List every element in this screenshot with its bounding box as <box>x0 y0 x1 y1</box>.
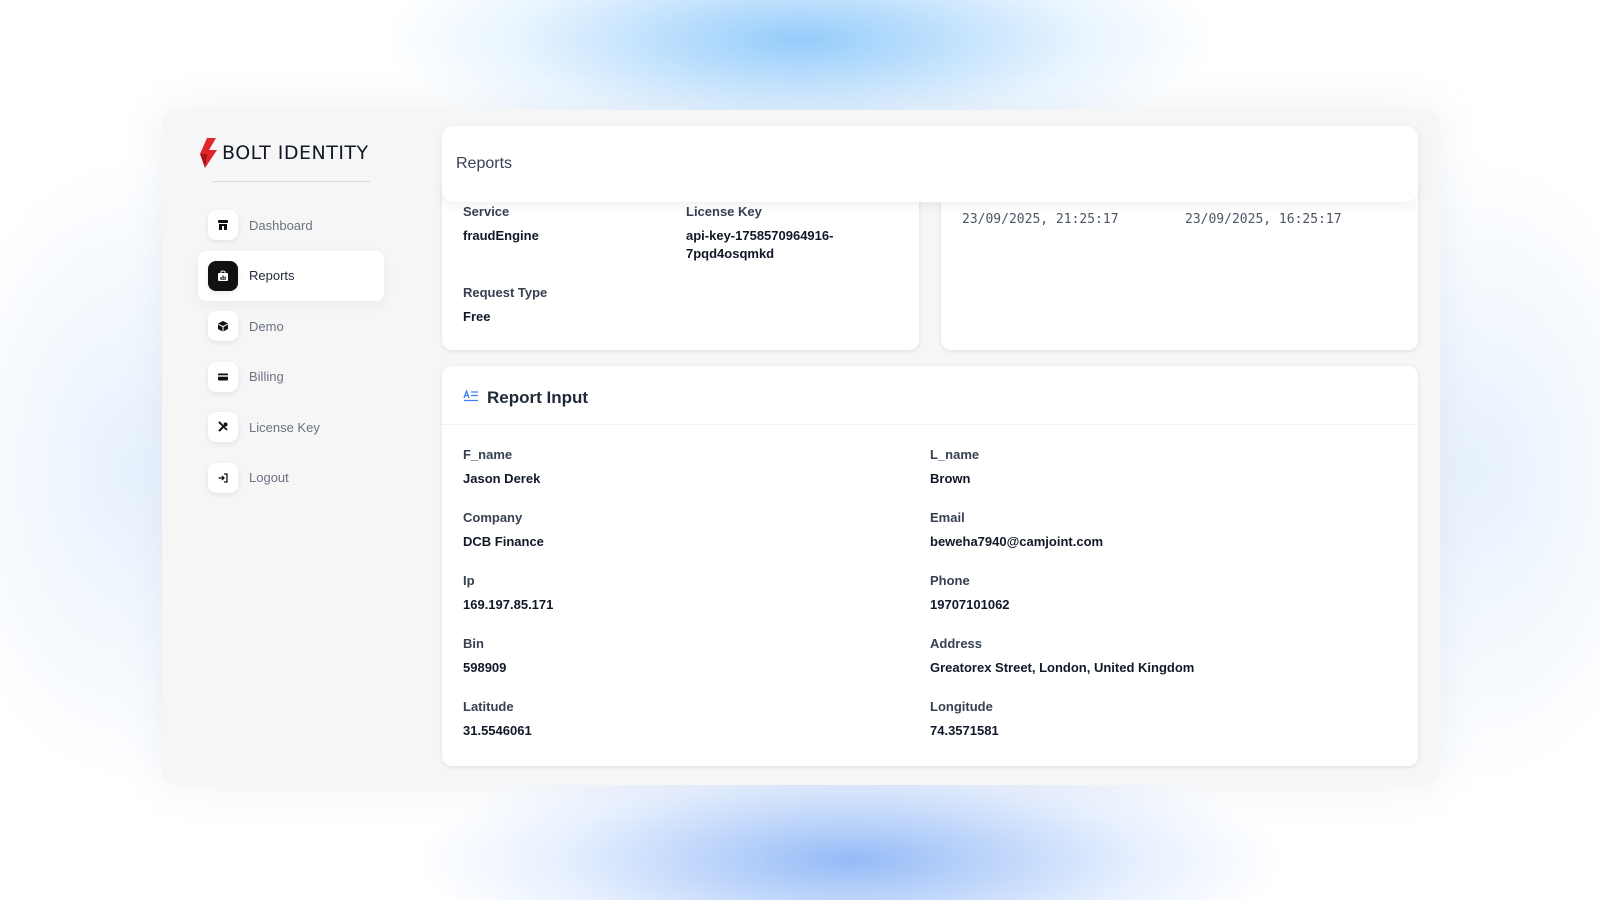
sidebar-nav: Dashboard Reports Demo Billing License K… <box>198 200 384 503</box>
sidebar-item-reports[interactable]: Reports <box>198 250 384 301</box>
page-title: Reports <box>456 155 513 172</box>
field-value-email: beweha7940@camjoint.com <box>930 534 1104 549</box>
box-icon <box>208 311 238 341</box>
sidebar-item-license-key[interactable]: License Key <box>198 402 384 452</box>
license-key-label: License Key <box>686 204 762 219</box>
field-label-first-name: F_name <box>463 447 513 462</box>
field-label-bin: Bin <box>463 636 484 651</box>
request-type-value: Free <box>463 309 491 324</box>
sidebar-item-dashboard[interactable]: Dashboard <box>198 200 384 250</box>
text-align-icon <box>463 388 479 408</box>
field-label-company: Company <box>463 510 523 525</box>
field-value-phone: 19707101062 <box>930 597 1010 612</box>
service-label: Service <box>463 204 510 219</box>
report-input-card: Report Input F_name Jason Derek L_name B… <box>442 366 1418 766</box>
field-value-ip: 169.197.85.171 <box>463 597 554 612</box>
credit-card-icon <box>208 361 238 392</box>
timestamp-second: 23/09/2025, 16:25:17 <box>1185 212 1342 227</box>
sidebar-item-demo[interactable]: Demo <box>198 301 384 351</box>
field-label-phone: Phone <box>930 573 970 588</box>
logout-icon <box>208 462 238 493</box>
license-key-value-line1: api-key-1758570964916- <box>686 228 834 243</box>
sidebar: BOLT IDENTITY Dashboard Reports Demo Bil… <box>162 110 427 785</box>
sidebar-item-label: Dashboard <box>249 217 313 233</box>
field-value-last-name: Brown <box>930 471 971 486</box>
divider <box>212 181 370 182</box>
field-label-email: Email <box>930 510 965 525</box>
field-label-longitude: Longitude <box>930 699 993 714</box>
page-header: Reports <box>442 126 1418 202</box>
divider <box>442 424 1418 425</box>
main-content: Reports Service fraudEngine License Key … <box>442 110 1440 785</box>
sidebar-item-label: Demo <box>249 318 284 334</box>
tools-icon <box>208 412 238 442</box>
sidebar-item-label: Logout <box>249 470 289 485</box>
app-window: BOLT IDENTITY Dashboard Reports Demo Bil… <box>162 110 1440 785</box>
report-times-card: 23/09/2025, 21:25:17 23/09/2025, 16:25:1… <box>941 180 1418 350</box>
field-value-bin: 598909 <box>463 660 507 675</box>
field-value-longitude: 74.3571581 <box>930 723 999 738</box>
service-value: fraudEngine <box>463 228 539 243</box>
field-value-address: Greatorex Street, London, United Kingdom <box>930 660 1195 675</box>
timestamp-first: 23/09/2025, 21:25:17 <box>962 212 1119 227</box>
license-key-value-line2: 7pqd4osqmkd <box>686 246 775 261</box>
sidebar-item-label: Reports <box>249 268 295 283</box>
report-summary-card: Service fraudEngine License Key api-key-… <box>442 180 919 350</box>
store-icon <box>208 210 238 240</box>
field-label-ip: Ip <box>463 573 475 588</box>
field-value-first-name: Jason Derek <box>463 471 541 486</box>
sidebar-item-logout[interactable]: Logout <box>198 453 384 503</box>
chart-bag-icon <box>208 260 238 291</box>
field-value-company: DCB Finance <box>463 534 544 549</box>
brand-name: BOLT IDENTITY <box>222 142 369 164</box>
sidebar-item-billing[interactable]: Billing <box>198 352 384 402</box>
field-label-address: Address <box>930 636 983 651</box>
report-input-title: Report Input <box>487 388 589 407</box>
bolt-logo-icon <box>198 138 220 168</box>
field-label-latitude: Latitude <box>463 699 514 714</box>
field-value-latitude: 31.5546061 <box>463 723 532 738</box>
request-type-label: Request Type <box>463 285 548 300</box>
report-input-header: Report Input <box>463 388 588 408</box>
brand-logo[interactable]: BOLT IDENTITY <box>198 138 369 168</box>
field-label-last-name: L_name <box>930 447 980 462</box>
sidebar-item-label: License Key <box>249 419 320 435</box>
sidebar-item-label: Billing <box>249 369 284 384</box>
